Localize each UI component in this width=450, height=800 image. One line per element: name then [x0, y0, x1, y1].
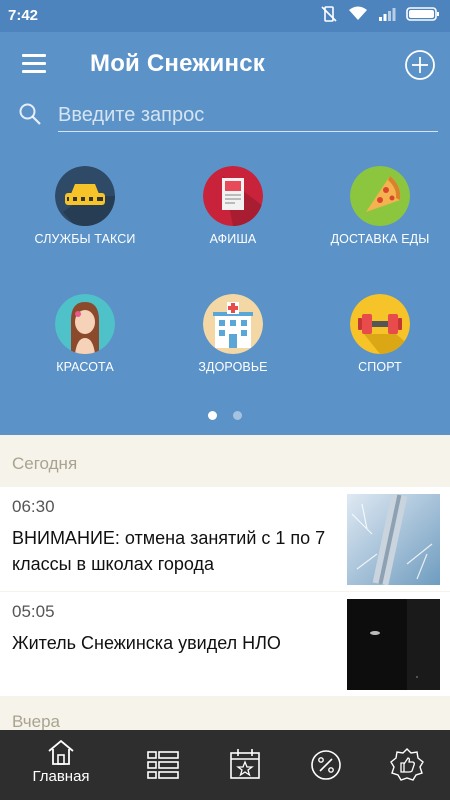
app-bar: Мой Снежинск: [0, 32, 450, 96]
category-taxi[interactable]: СЛУЖБЫ ТАКСИ: [10, 150, 160, 270]
page-indicator: [0, 407, 450, 425]
category-label: ЗДОРОВЬЕ: [198, 360, 268, 374]
battery-icon: [406, 7, 439, 21]
hospital-icon: [203, 294, 263, 354]
news-headline: Житель Снежинска увидел НЛО: [12, 633, 281, 653]
category-label: КРАСОТА: [56, 360, 114, 374]
category-food-delivery[interactable]: ДОСТАВКА ЕДЫ: [305, 150, 450, 270]
category-grid: СЛУЖБЫ ТАКСИ АФИША ДОСТАВКА ЕДЫ КРАСОТА …: [0, 150, 450, 400]
page-dot-active[interactable]: [207, 411, 217, 420]
nav-home[interactable]: Главная: [16, 730, 106, 800]
news-item[interactable]: 05:05 Житель Снежинска увидел НЛО: [0, 592, 450, 696]
category-label: СПОРТ: [358, 360, 402, 374]
page-dot[interactable]: [233, 411, 243, 420]
pizza-icon: [350, 166, 410, 226]
nav-list[interactable]: [118, 730, 208, 800]
calendar-star-icon: [230, 749, 260, 779]
nav-discounts[interactable]: [281, 730, 371, 800]
category-label: АФИША: [209, 232, 257, 246]
taxi-icon: [55, 166, 115, 226]
vibrate-off-icon: [321, 6, 337, 22]
beauty-icon: [55, 294, 115, 354]
category-label: СЛУЖБЫ ТАКСИ: [34, 232, 136, 246]
list-icon: [147, 751, 179, 779]
section-header-today: Сегодня: [12, 454, 78, 473]
bottom-navigation: Главная: [0, 730, 450, 800]
nav-label: Главная: [32, 768, 90, 785]
status-bar: 7:42: [0, 0, 450, 32]
news-time: 05:05: [12, 602, 55, 621]
news-item[interactable]: 06:30 ВНИМАНИЕ: отмена занятий с 1 по 7 …: [0, 487, 450, 591]
category-health[interactable]: ЗДОРОВЬЕ: [158, 278, 308, 398]
search-bar: [18, 96, 438, 136]
category-poster[interactable]: АФИША: [158, 150, 308, 270]
news-time: 06:30: [12, 497, 55, 516]
dumbbell-icon: [350, 294, 410, 354]
home-icon: [48, 739, 74, 765]
nav-reviews[interactable]: [362, 730, 450, 800]
news-headline: ВНИМАНИЕ: отмена занятий с 1 по 7 классы…: [12, 528, 326, 574]
nav-events[interactable]: [200, 730, 290, 800]
category-beauty[interactable]: КРАСОТА: [10, 278, 160, 398]
wifi-icon: [349, 6, 367, 20]
status-time: 7:42: [8, 7, 39, 24]
section-header-yesterday: Вчера: [12, 712, 60, 731]
app-title: Мой Снежинск: [90, 50, 265, 77]
search-icon: [19, 103, 41, 125]
percent-icon: [311, 750, 341, 780]
category-label: ДОСТАВКА ЕДЫ: [330, 232, 430, 246]
poster-icon: [203, 166, 263, 226]
news-thumbnail: [347, 494, 440, 585]
thumbs-up-badge-icon: [390, 748, 424, 781]
category-sport[interactable]: СПОРТ: [305, 278, 450, 398]
status-icons: [320, 5, 440, 23]
news-thumbnail: [347, 599, 440, 690]
signal-icon: [379, 8, 396, 21]
add-icon[interactable]: [404, 49, 436, 81]
search-input[interactable]: [58, 100, 438, 132]
menu-icon[interactable]: [22, 54, 48, 74]
